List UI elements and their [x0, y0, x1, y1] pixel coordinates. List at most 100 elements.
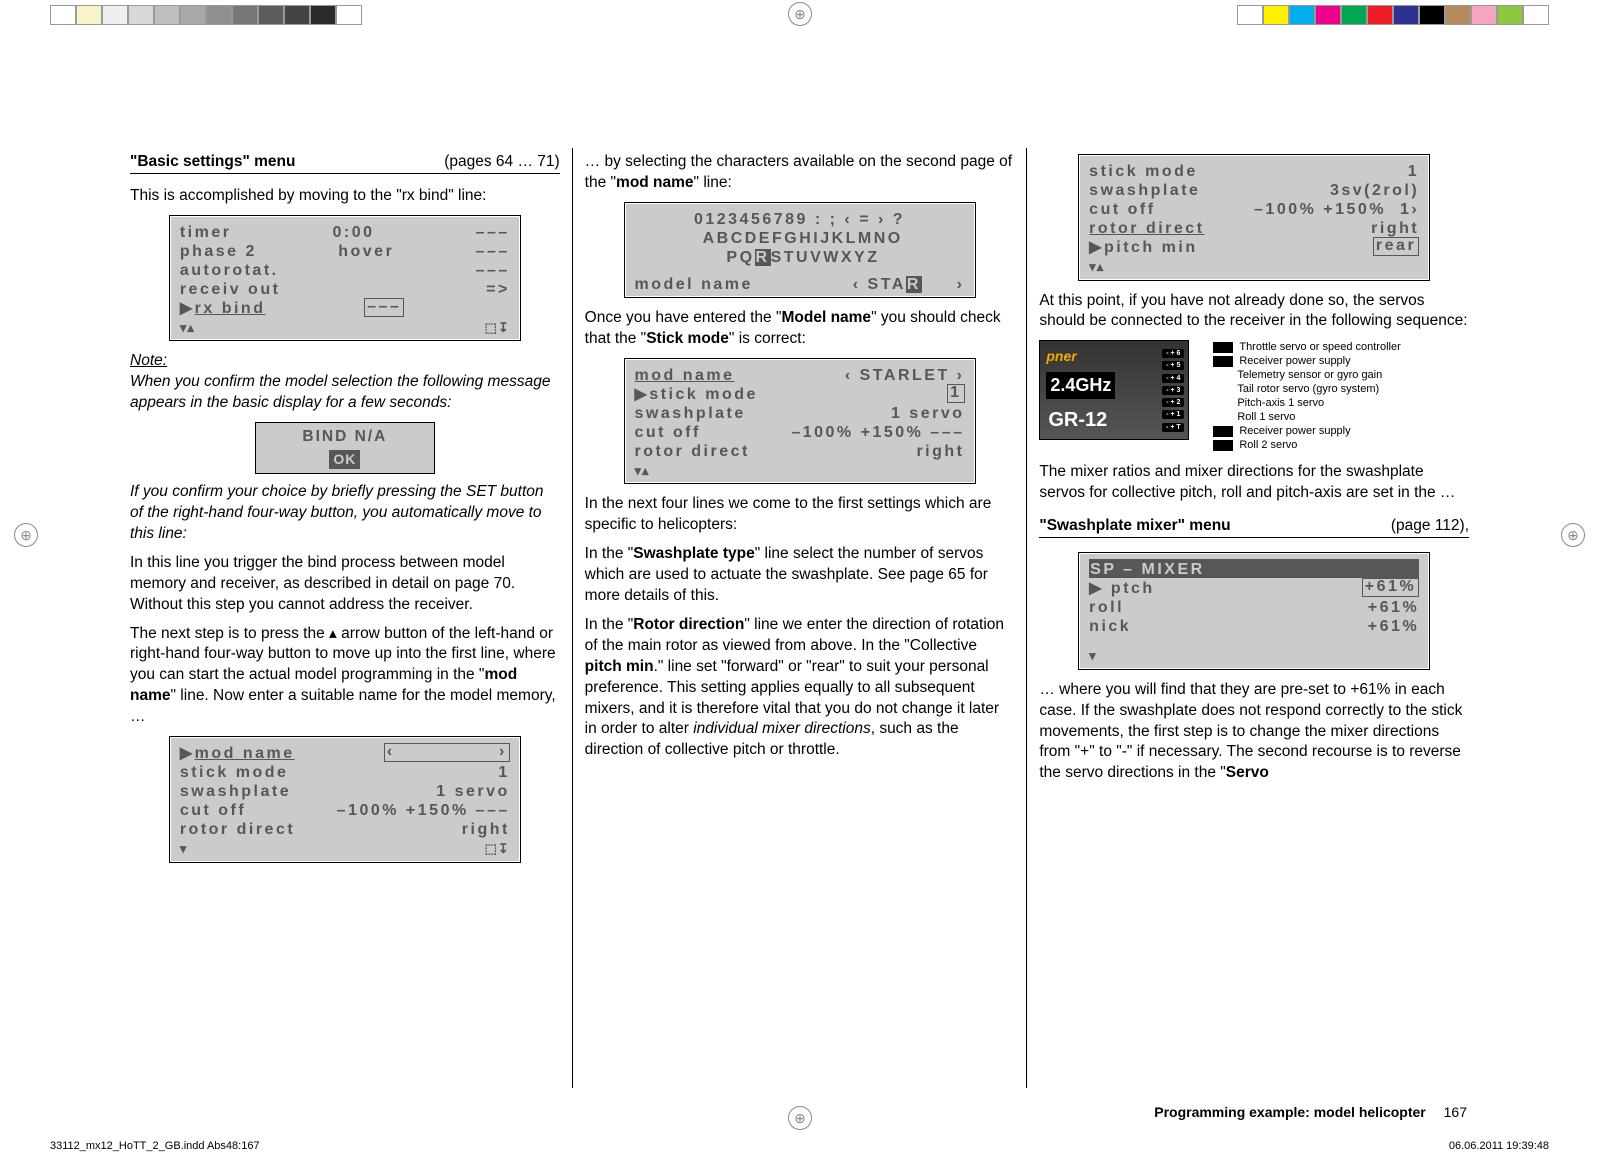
lcd-cell: –100% +150% ––– [337, 800, 510, 819]
colorbar-right [1237, 5, 1549, 23]
lcd-cell: PQRSTUVWXYZ [635, 247, 965, 266]
lcd-cell: stick mode [1089, 161, 1198, 180]
body-text: If you confirm your choice by briefly pr… [130, 482, 560, 545]
lcd-cell: autorotat. [180, 260, 279, 279]
note-label: Note: [130, 352, 167, 369]
lcd-cell: rotor direct [180, 819, 295, 838]
imprint-filename: 33112_mx12_HoTT_2_GB.indd Abs48:167 [50, 1140, 260, 1152]
lcd-cell: ‹ STARLET › [845, 365, 965, 384]
lcd-bind-na: BIND N/A OK [255, 422, 435, 474]
lcd-cell: hover [338, 241, 394, 260]
registration-mark-icon [14, 523, 38, 547]
lcd-cell: swashplate [1089, 180, 1200, 199]
body-text: … where you will find that they are pre-… [1039, 680, 1469, 785]
down-arrow-icon: ▾ [180, 840, 188, 858]
page-footer-title: Programming example: model helicopter 16… [1154, 1104, 1467, 1120]
lcd-cell: mod name [195, 745, 295, 762]
lcd-selected: ‹› [384, 743, 510, 762]
lcd-cell: phase 2 [180, 241, 257, 260]
column-2: … by selecting the characters available … [573, 148, 1028, 1088]
lcd-cell: 0123456789 : ; ‹ = › ? [635, 209, 965, 228]
registration-mark-icon [1561, 523, 1585, 547]
lcd-cell: –100% +150% ––– [791, 422, 964, 441]
page-number: 167 [1444, 1104, 1467, 1120]
lcd-cell: pitch min [1104, 239, 1198, 256]
lcd-cell: stick mode [180, 762, 289, 781]
footer-title-text: Programming example: model helicopter [1154, 1104, 1426, 1120]
lcd-cell: cut off [1089, 199, 1155, 218]
lcd-cell: ––– [476, 241, 510, 260]
lcd-cell: timer [180, 222, 232, 241]
lcd-mod-name-empty: ▶mod name‹› stick mode1 swashplate1 serv… [169, 736, 521, 863]
down-up-arrow-icon: ▾▴ [635, 462, 650, 480]
body-text: In this line you trigger the bind proces… [130, 553, 560, 616]
lcd-cell: stick mode [649, 386, 758, 403]
enter-icon: ⬚↧ [485, 840, 510, 858]
lcd-cell: right [462, 819, 510, 838]
menu-name: "Swashplate mixer" menu [1039, 517, 1230, 534]
lcd-cell: ‹ STAR › [853, 274, 965, 293]
body-text: Once you have entered the "Model name" y… [585, 308, 1015, 350]
enter-icon: ⬚↧ [485, 319, 510, 337]
lcd-cell: rx bind [195, 300, 266, 317]
lcd-cell: 3sv(2rol) [1330, 180, 1419, 199]
intro-text: This is accomplished by moving to the "r… [130, 186, 560, 207]
registration-mark-icon [788, 2, 812, 26]
pages-ref: (page 112), [1391, 516, 1469, 537]
lcd-basic-settings-rxbind: timer0:00––– phase 2hover––– autorotat.–… [169, 215, 521, 342]
rx-channel-labels: Throttle servo or speed controllerReceiv… [1213, 340, 1469, 452]
body-text: The mixer ratios and mixer directions fo… [1039, 462, 1469, 504]
down-up-arrow-icon: ▾▴ [180, 319, 195, 337]
lcd-cell: 1 [498, 762, 509, 781]
lcd-selected: 1 [947, 384, 964, 403]
down-up-arrow-icon: ▾▴ [1089, 258, 1104, 276]
note-body: When you confirm the model selection the… [130, 373, 550, 411]
colorbar-left [50, 5, 362, 23]
lcd-char-select: 0123456789 : ; ‹ = › ? ABCDEFGHIJKLMNO P… [624, 202, 976, 298]
lcd-cell: mod name [635, 365, 735, 384]
lcd-cell: 1 servo [891, 403, 965, 422]
lcd-cell: rotor direct [635, 441, 750, 460]
lcd-starlet: mod name‹ STARLET › ▶stick mode1 swashpl… [624, 358, 976, 485]
column-1: "Basic settings" menu (pages 64 … 71) Th… [118, 148, 573, 1088]
content-columns: "Basic settings" menu (pages 64 … 71) Th… [118, 148, 1481, 1088]
body-text: In the "Rotor direction" line we enter t… [585, 615, 1015, 761]
lcd-selected: ––– [364, 298, 404, 317]
body-text: In the "Swashplate type" line select the… [585, 544, 1015, 607]
lcd-selected: +61% [1362, 578, 1419, 597]
lcd-cell: ABCDEFGHIJKLMNO [635, 228, 965, 247]
pages-ref: (pages 64 … 71) [444, 152, 559, 173]
rx-band: 2.4GHz [1046, 372, 1115, 399]
lcd-cell: rotor direct [1089, 218, 1204, 237]
lcd-cell: 1 servo [436, 781, 510, 800]
menu-name: "Basic settings" menu [130, 153, 295, 170]
note: Note: When you confirm the model selecti… [130, 351, 560, 414]
lcd-cell: receiv out [180, 279, 281, 298]
lcd-sp-mixer: SP – MIXER ▶ ptch+61% roll+61% nick+61% … [1078, 552, 1430, 670]
body-text: … by selecting the characters available … [585, 152, 1015, 194]
receiver-image: pner 2.4GHz GR-12 - + 6- + 5- + 4- + 3- … [1039, 340, 1189, 440]
menu-heading: "Basic settings" menu (pages 64 … 71) [130, 152, 560, 174]
ok-indicator: OK [329, 450, 360, 469]
rx-model: GR-12 [1048, 407, 1107, 433]
lcd-cell: +61% [1368, 616, 1419, 635]
lcd-cell: => [486, 279, 510, 298]
lcd-cell: ––– [476, 222, 510, 241]
lcd-cell: ––– [476, 260, 510, 279]
body-text: The next step is to press the ▴ arrow bu… [130, 624, 560, 729]
lcd-cell: model name [635, 274, 753, 293]
lcd-selected: rear [1373, 237, 1419, 256]
lcd-cell: right [1371, 218, 1419, 237]
body-text: In the next four lines we come to the fi… [585, 494, 1015, 536]
menu-heading: "Swashplate mixer" menu (page 112), [1039, 516, 1469, 538]
lcd-title: SP – MIXER [1089, 559, 1419, 578]
lcd-cell: nick [1089, 616, 1131, 635]
lcd-cell: cut off [635, 422, 701, 441]
lcd-cell: cut off [180, 800, 246, 819]
receiver-wiring-diagram: pner 2.4GHz GR-12 - + 6- + 5- + 4- + 3- … [1039, 340, 1469, 452]
lcd-cell: +61% [1368, 597, 1419, 616]
rx-pins: - + 6- + 5- + 4- + 3- + 2- + 1- + T [1162, 347, 1184, 433]
imprint-datetime: 06.06.2011 19:39:48 [1449, 1140, 1549, 1152]
lcd-cell: BIND N/A [270, 427, 420, 448]
down-arrow-icon: ▾ [1089, 647, 1097, 665]
